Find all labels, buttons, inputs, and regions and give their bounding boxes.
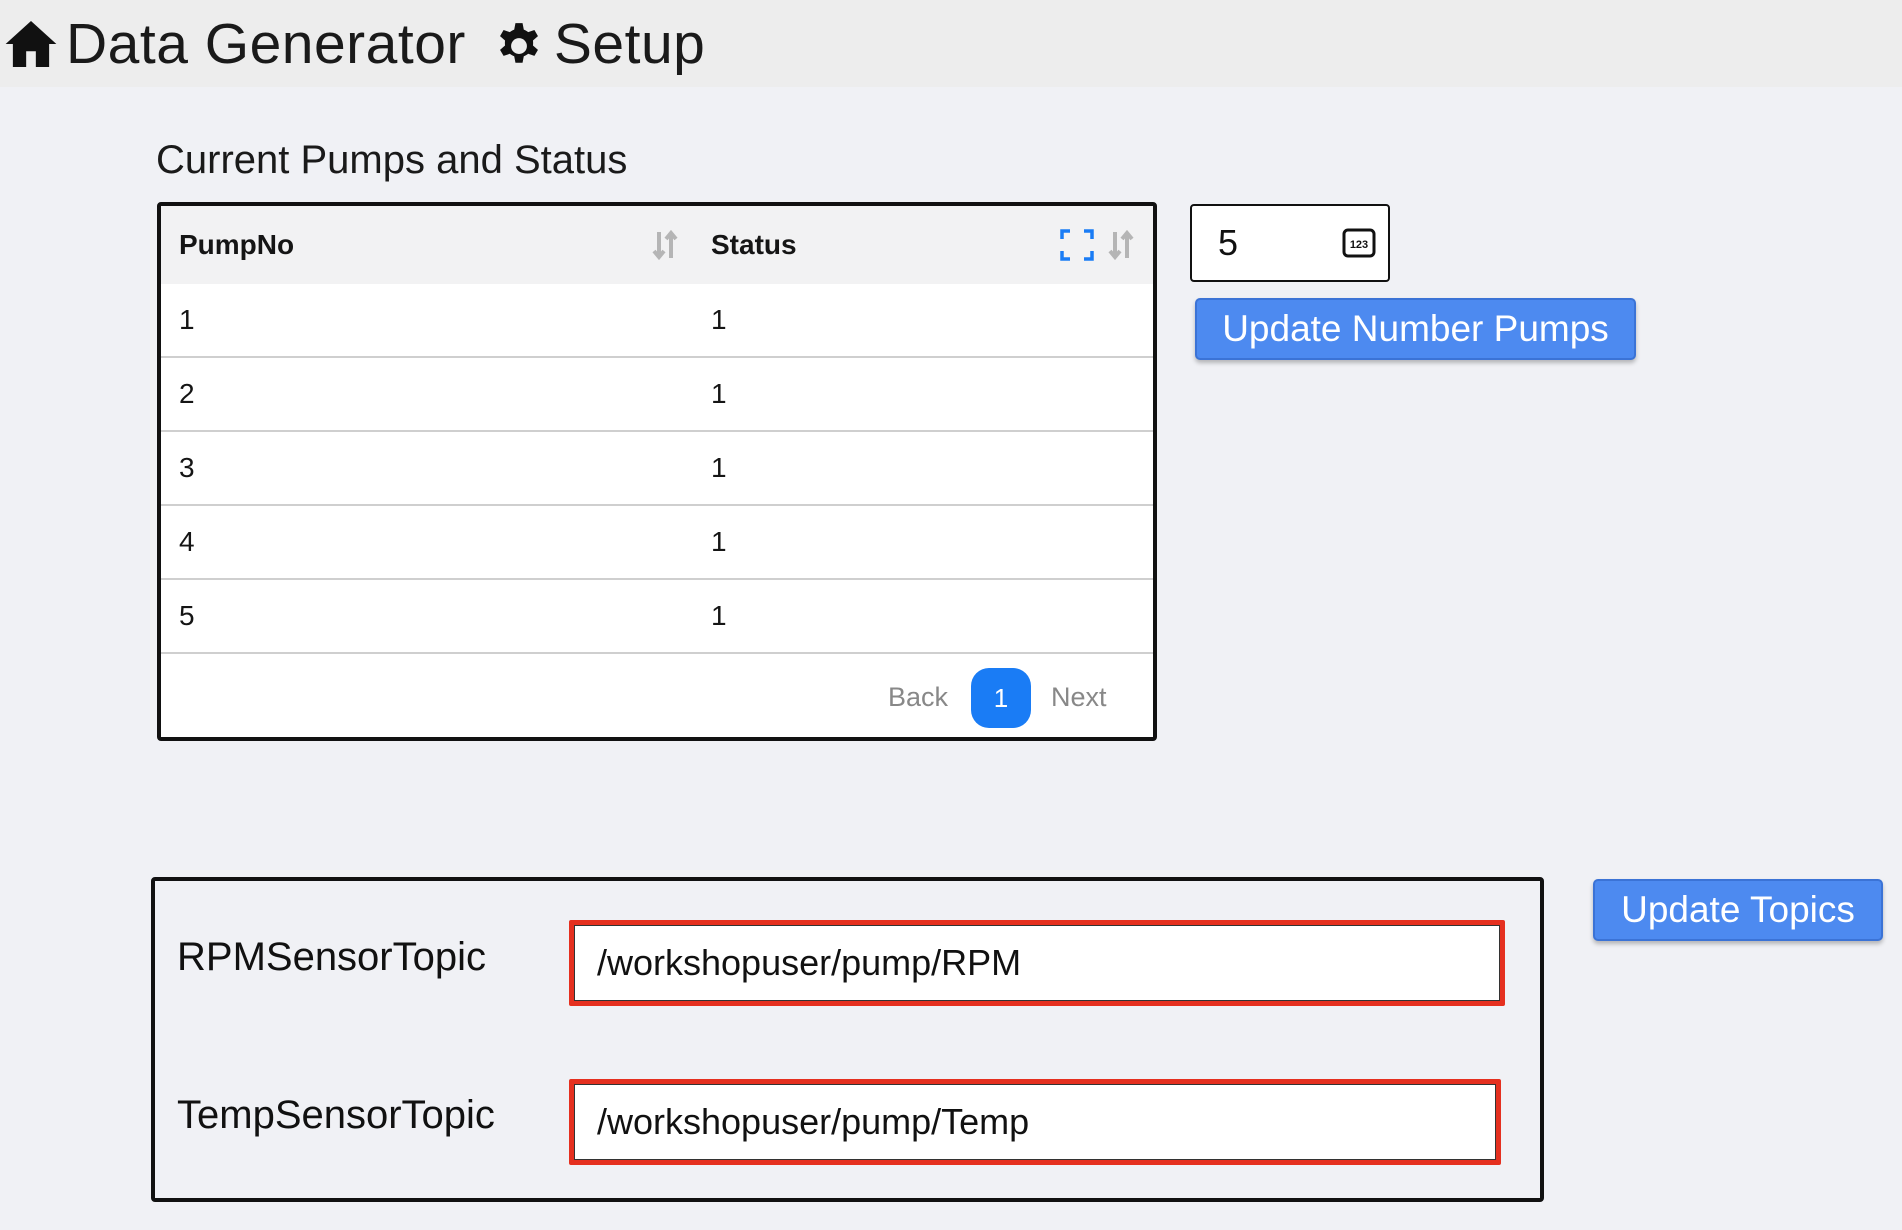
update-number-pumps-button[interactable]: Update Number Pumps <box>1195 298 1636 360</box>
cell-status: 1 <box>711 452 727 483</box>
cell-pumpno: 4 <box>179 526 195 557</box>
table-row[interactable]: 3 1 <box>161 432 1153 506</box>
nav-data-generator[interactable]: Data Generator <box>0 11 466 77</box>
expand-icon[interactable] <box>1059 228 1095 262</box>
rpm-sensor-topic-label: RPMSensorTopic <box>177 935 487 979</box>
numeric-123-icon: 123 <box>1342 228 1376 258</box>
temp-sensor-topic-input[interactable] <box>574 1084 1496 1160</box>
table-row[interactable]: 2 1 <box>161 358 1153 432</box>
pager-back-button[interactable]: Back <box>888 682 948 713</box>
cell-status: 1 <box>711 304 727 335</box>
nav-setup[interactable]: Setup <box>488 11 705 77</box>
table-row[interactable]: 4 1 <box>161 506 1153 580</box>
top-nav-bar: Data Generator Setup <box>0 0 1902 87</box>
topics-panel: RPMSensorTopic TempSensorTopic <box>151 877 1544 1202</box>
table-header: PumpNo Status <box>161 206 1153 284</box>
cell-status: 1 <box>711 600 727 631</box>
svg-text:123: 123 <box>1350 239 1368 251</box>
pumps-table: PumpNo Status 1 1 2 1 3 1 4 1 5 1 Back 1 <box>157 202 1157 741</box>
rpm-sensor-topic-input[interactable] <box>574 925 1500 1001</box>
number-pumps-input[interactable] <box>1192 206 1342 280</box>
pager-page-button[interactable]: 1 <box>971 668 1031 728</box>
column-header-status[interactable]: Status <box>711 206 797 284</box>
number-pumps-field: 123 <box>1190 204 1390 282</box>
nav-setup-label: Setup <box>553 11 706 76</box>
cell-pumpno: 2 <box>179 378 195 409</box>
column-header-pumpno[interactable]: PumpNo <box>179 206 294 284</box>
cell-status: 1 <box>711 378 727 409</box>
temp-sensor-topic-highlight <box>569 1079 1501 1165</box>
pagination: Back 1 Next <box>161 654 1153 737</box>
cell-pumpno: 1 <box>179 304 195 335</box>
sort-icon[interactable] <box>1107 228 1135 262</box>
temp-sensor-topic-label: TempSensorTopic <box>177 1093 495 1137</box>
table-row[interactable]: 1 1 <box>161 284 1153 358</box>
pumps-section-title: Current Pumps and Status <box>156 138 628 182</box>
pager-next-button[interactable]: Next <box>1051 682 1107 713</box>
update-topics-button[interactable]: Update Topics <box>1593 879 1883 941</box>
home-icon <box>5 20 57 67</box>
sort-icon[interactable] <box>651 228 679 262</box>
cell-status: 1 <box>711 526 727 557</box>
nav-data-generator-label: Data Generator <box>66 11 466 76</box>
rpm-sensor-topic-highlight <box>569 920 1505 1006</box>
table-row[interactable]: 5 1 <box>161 580 1153 654</box>
cell-pumpno: 5 <box>179 600 195 631</box>
gear-icon <box>499 22 538 63</box>
cell-pumpno: 3 <box>179 452 195 483</box>
